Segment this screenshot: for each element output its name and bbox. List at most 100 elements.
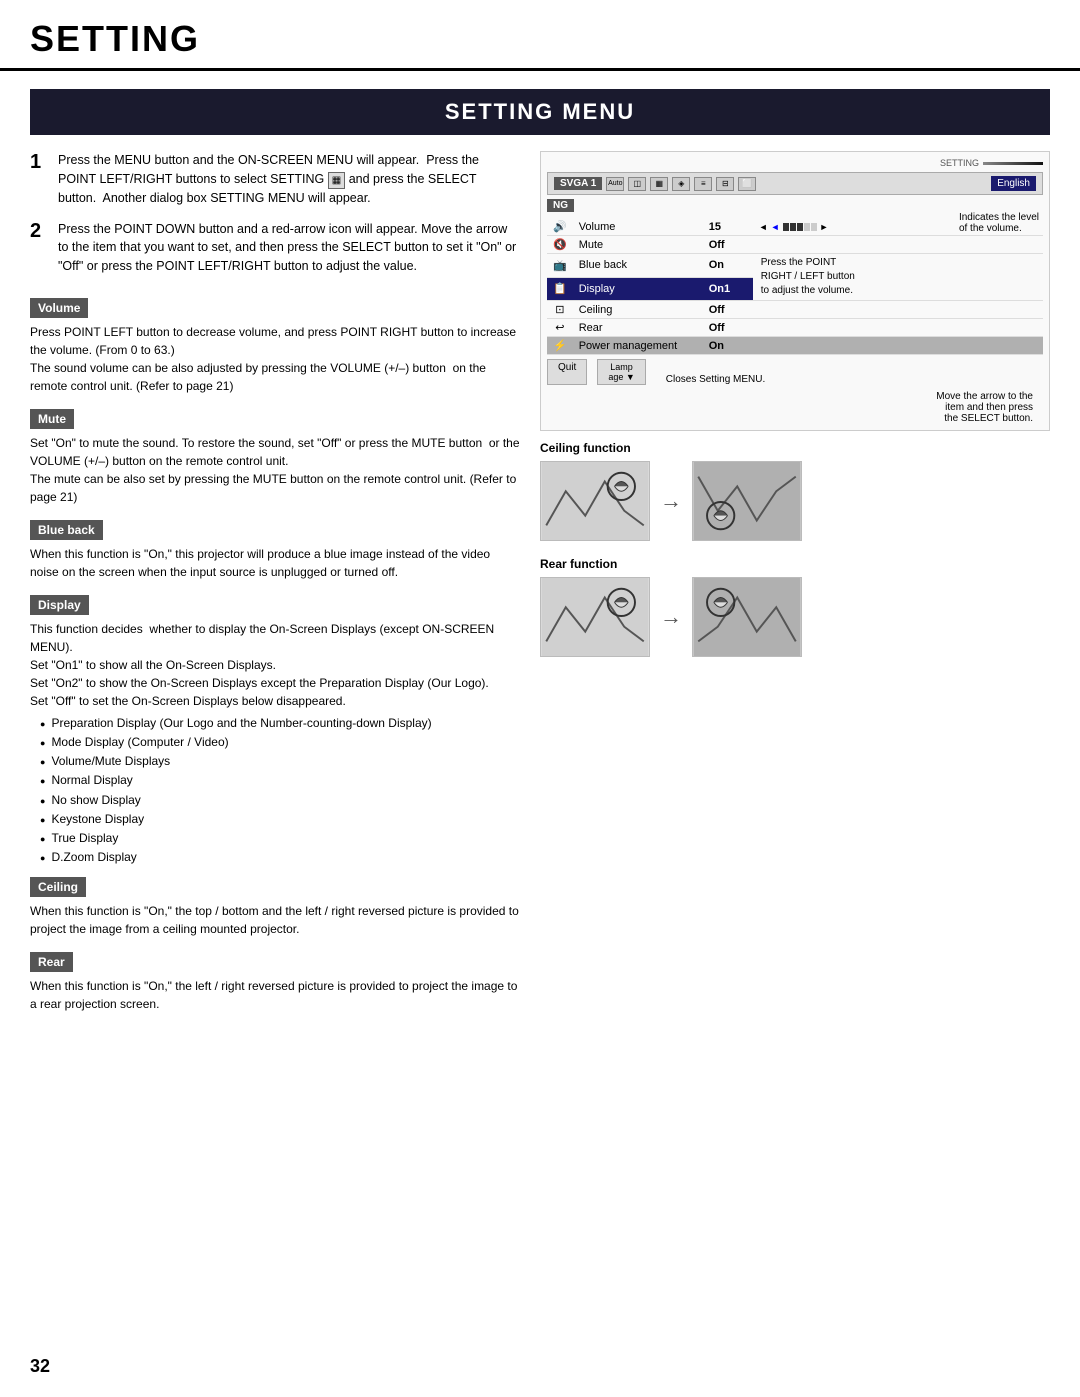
bullet-true: True Display (40, 829, 520, 848)
step-2: 2 Press the POINT DOWN button and a red-… (30, 220, 520, 276)
blueback-label: Blue back (30, 520, 103, 540)
lamp-button[interactable]: Lamp age ▼ (597, 359, 645, 385)
rear-after-image (692, 577, 802, 657)
lamp-age: age ▼ (608, 372, 634, 382)
step-1: 1 Press the MENU button and the ON-SCREE… (30, 151, 520, 208)
rear-function-images: → (540, 577, 1050, 657)
page-number: 32 (30, 1356, 50, 1377)
ceiling-after-svg (693, 462, 801, 540)
ceiling-before-svg (541, 462, 649, 540)
vol-b3 (797, 223, 803, 231)
blueback-value: On (703, 254, 753, 278)
toolbar-icon-1: ◫ (628, 177, 646, 191)
menu-row-mute: 🔇 Mute Off (547, 236, 1043, 254)
toolbar-icon-6: ⬜ (738, 177, 756, 191)
setting-tab-label: SETTING (940, 158, 1043, 168)
step-2-number: 2 (30, 220, 50, 276)
svga-label: SVGA 1 (554, 177, 602, 190)
right-column: SETTING SVGA 1 Auto ◫ ▦ ◈ ≡ ⊟ ⬜ (540, 151, 1050, 1017)
ceiling-extra (753, 301, 1043, 319)
two-col-layout: 1 Press the MENU button and the ON-SCREE… (30, 151, 1050, 1017)
mute-section: Mute Set "On" to mute the sound. To rest… (30, 399, 520, 506)
toolbar-icons: Auto ◫ ▦ ◈ ≡ ⊟ ⬜ (606, 177, 756, 191)
toolbar-row: SVGA 1 Auto ◫ ▦ ◈ ≡ ⊟ ⬜ English (547, 172, 1043, 195)
display-section: Display This function decides whether to… (30, 585, 520, 868)
volume-icon: 🔊 (547, 218, 573, 236)
rear-arrow: → (660, 604, 682, 630)
display-bullets: Preparation Display (Our Logo and the Nu… (40, 714, 520, 868)
bullet-dzoom: D.Zoom Display (40, 848, 520, 867)
ceiling-function-section: Ceiling function (540, 441, 1050, 541)
menu-row-rear: ↩ Rear Off (547, 319, 1043, 337)
rear-before-image (540, 577, 650, 657)
toolbar-icon-2: ▦ (650, 177, 668, 191)
menu-table: 🔊 Volume 15 ◄ ◄ (547, 218, 1043, 355)
power-value: On (703, 337, 753, 355)
menu-footer: Quit Lamp age ▼ Closes Setting MENU. (547, 359, 1043, 385)
rear-extra (753, 319, 1043, 337)
ceiling-function-title: Ceiling function (540, 441, 1050, 455)
lamp-label: Lamp (610, 362, 633, 372)
step-1-text: Press the MENU button and the ON-SCREEN … (58, 151, 520, 208)
ceiling-function-images: → (540, 461, 1050, 541)
page-header: SETTING (0, 0, 1080, 71)
ceiling-before-image (540, 461, 650, 541)
ceiling-menu-name: Ceiling (573, 301, 703, 319)
vol-arrow-right: ► (820, 222, 829, 232)
ceiling-section: Ceiling When this function is "On," the … (30, 867, 520, 938)
display-menu-name: Display (573, 277, 703, 301)
rear-label: Rear (30, 952, 73, 972)
ui-diagram: SETTING SVGA 1 Auto ◫ ▦ ◈ ≡ ⊟ ⬜ (540, 151, 1050, 431)
rear-value: Off (703, 319, 753, 337)
step-1-number: 1 (30, 151, 50, 208)
toolbar-icon-3: ◈ (672, 177, 690, 191)
bullet-noshow: No show Display (40, 791, 520, 810)
vol-arrow-left: ◄ (759, 222, 768, 232)
quit-button[interactable]: Quit (547, 359, 587, 385)
mute-value: Off (703, 236, 753, 254)
vol-indicator (783, 223, 817, 231)
menu-row-ceiling: ⊡ Ceiling Off (547, 301, 1043, 319)
power-icon: ⚡ (547, 337, 573, 355)
content-wrapper: SETTING MENU 1 Press the MENU button and… (0, 71, 1080, 1047)
bullet-normal: Normal Display (40, 771, 520, 790)
display-icon: 📋 (547, 277, 573, 301)
ceiling-value: Off (703, 301, 753, 319)
vol-b5 (811, 223, 817, 231)
diagram-header: SETTING (547, 158, 1043, 168)
display-value: On1 (703, 277, 753, 301)
blueback-section: Blue back When this function is "On," th… (30, 510, 520, 581)
rear-function-section: Rear function → (540, 557, 1050, 657)
ceiling-icon: ⊡ (547, 301, 573, 319)
volume-label: Volume (30, 298, 88, 318)
setting-bar (983, 162, 1043, 165)
level-annotation: Indicates the levelof the volume. (959, 212, 1039, 234)
rear-section: Rear When this function is "On," the lef… (30, 942, 520, 1013)
english-button[interactable]: English (991, 176, 1036, 191)
setting-menu-title: SETTING MENU (30, 89, 1050, 135)
vol-b4 (804, 223, 810, 231)
blueback-body: When this function is "On," this project… (30, 545, 520, 581)
volume-body: Press POINT LEFT button to decrease volu… (30, 323, 520, 395)
rear-body: When this function is "On," the left / r… (30, 977, 520, 1013)
rear-function-title: Rear function (540, 557, 1050, 571)
mute-body: Set "On" to mute the sound. To restore t… (30, 434, 520, 506)
blueback-icon: 📺 (547, 254, 573, 278)
menu-row-blueback: 📺 Blue back On Press the POINTRIGHT / LE… (547, 254, 1043, 278)
vol-b1 (783, 223, 789, 231)
vol-arrow-filled: ◄ (771, 222, 780, 232)
ceiling-label: Ceiling (30, 877, 86, 897)
rear-icon: ↩ (547, 319, 573, 337)
menu-row-power: ⚡ Power management On (547, 337, 1043, 355)
step-2-text: Press the POINT DOWN button and a red-ar… (58, 220, 520, 276)
power-name: Power management (573, 337, 703, 355)
mute-label: Mute (30, 409, 74, 429)
bullet-volume: Volume/Mute Displays (40, 752, 520, 771)
rear-before-svg (541, 578, 649, 656)
vol-b2 (790, 223, 796, 231)
setting-indicator: SETTING (940, 158, 979, 168)
bullet-mode: Mode Display (Computer / Video) (40, 733, 520, 752)
volume-value: 15 (703, 218, 753, 236)
bullet-preparation: Preparation Display (Our Logo and the Nu… (40, 714, 520, 733)
mute-extra (753, 236, 1043, 254)
